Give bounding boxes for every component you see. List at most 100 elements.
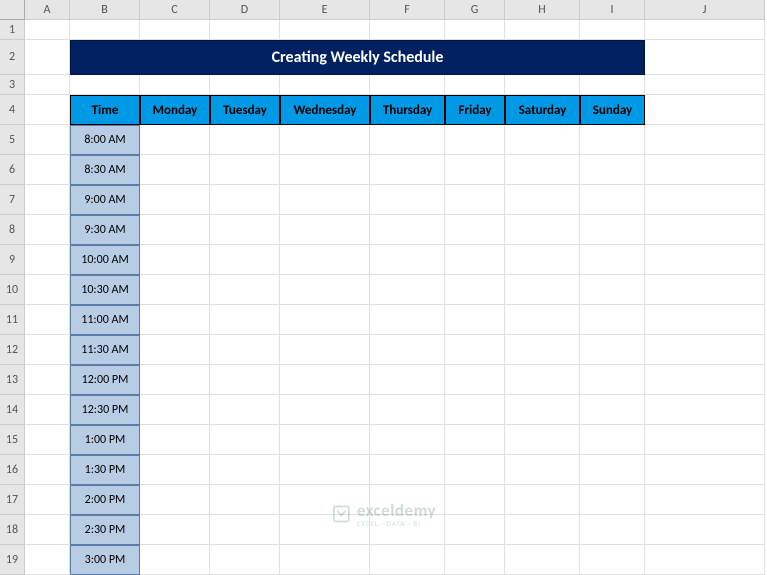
header-tuesday[interactable]: Tuesday: [210, 95, 280, 125]
column-header-c[interactable]: C: [140, 0, 210, 20]
cell[interactable]: [25, 20, 70, 40]
cell[interactable]: [445, 335, 505, 365]
cell[interactable]: [370, 125, 445, 155]
cell[interactable]: [645, 545, 765, 575]
time-cell[interactable]: 11:00 AM: [70, 305, 140, 335]
cell[interactable]: [370, 335, 445, 365]
cell[interactable]: [25, 215, 70, 245]
cell[interactable]: [140, 365, 210, 395]
select-all-corner[interactable]: [0, 0, 25, 20]
cell[interactable]: [210, 215, 280, 245]
cell[interactable]: [210, 395, 280, 425]
header-friday[interactable]: Friday: [445, 95, 505, 125]
cell[interactable]: [505, 215, 580, 245]
column-header-j[interactable]: J: [645, 0, 765, 20]
cell[interactable]: [210, 20, 280, 40]
column-header-d[interactable]: D: [210, 0, 280, 20]
column-header-e[interactable]: E: [280, 0, 370, 20]
time-cell[interactable]: 12:30 PM: [70, 395, 140, 425]
cell[interactable]: [505, 395, 580, 425]
cell[interactable]: [505, 275, 580, 305]
cell[interactable]: [505, 425, 580, 455]
cell[interactable]: [645, 215, 765, 245]
cell[interactable]: [445, 425, 505, 455]
cell[interactable]: [645, 245, 765, 275]
cell[interactable]: [140, 245, 210, 275]
cell[interactable]: [210, 185, 280, 215]
cell[interactable]: [210, 455, 280, 485]
time-cell[interactable]: 9:00 AM: [70, 185, 140, 215]
row-header-6[interactable]: 6: [0, 155, 25, 185]
cell[interactable]: [645, 485, 765, 515]
cell[interactable]: [645, 305, 765, 335]
cell[interactable]: [445, 155, 505, 185]
time-cell[interactable]: 3:00 PM: [70, 545, 140, 575]
cell[interactable]: [645, 365, 765, 395]
cell[interactable]: [280, 395, 370, 425]
cell[interactable]: [580, 365, 645, 395]
cell[interactable]: [505, 185, 580, 215]
cell[interactable]: [445, 395, 505, 425]
time-cell[interactable]: 2:30 PM: [70, 515, 140, 545]
column-header-g[interactable]: G: [445, 0, 505, 20]
cell[interactable]: [370, 425, 445, 455]
cell[interactable]: [505, 305, 580, 335]
cell[interactable]: [370, 275, 445, 305]
header-time[interactable]: Time: [70, 95, 140, 125]
cell[interactable]: [280, 485, 370, 515]
time-cell[interactable]: 1:30 PM: [70, 455, 140, 485]
cell[interactable]: [25, 485, 70, 515]
cell[interactable]: [25, 455, 70, 485]
cell[interactable]: [645, 185, 765, 215]
cell[interactable]: [445, 305, 505, 335]
cell[interactable]: [580, 545, 645, 575]
cell[interactable]: [580, 425, 645, 455]
time-cell[interactable]: 8:30 AM: [70, 155, 140, 185]
column-header-h[interactable]: H: [505, 0, 580, 20]
cell[interactable]: [580, 395, 645, 425]
cell[interactable]: [210, 335, 280, 365]
cell[interactable]: [445, 455, 505, 485]
cell[interactable]: [210, 545, 280, 575]
time-cell[interactable]: 10:00 AM: [70, 245, 140, 275]
cell[interactable]: [505, 485, 580, 515]
cell[interactable]: [140, 275, 210, 305]
row-header-9[interactable]: 9: [0, 245, 25, 275]
cell[interactable]: [25, 365, 70, 395]
cell[interactable]: [370, 185, 445, 215]
cell[interactable]: [580, 515, 645, 545]
cell[interactable]: [25, 245, 70, 275]
cell[interactable]: [25, 545, 70, 575]
row-header-14[interactable]: 14: [0, 395, 25, 425]
cell[interactable]: [70, 75, 140, 95]
cell[interactable]: [280, 75, 370, 95]
cell[interactable]: [370, 545, 445, 575]
cell[interactable]: [140, 425, 210, 455]
row-header-13[interactable]: 13: [0, 365, 25, 395]
cell[interactable]: [580, 455, 645, 485]
cell[interactable]: [645, 95, 765, 125]
time-cell[interactable]: 2:00 PM: [70, 485, 140, 515]
cell[interactable]: [280, 185, 370, 215]
row-header-10[interactable]: 10: [0, 275, 25, 305]
row-header-5[interactable]: 5: [0, 125, 25, 155]
cell[interactable]: [445, 485, 505, 515]
row-header-4[interactable]: 4: [0, 95, 25, 125]
cell[interactable]: [140, 20, 210, 40]
time-cell[interactable]: 12:00 PM: [70, 365, 140, 395]
row-header-8[interactable]: 8: [0, 215, 25, 245]
row-header-2[interactable]: 2: [0, 40, 25, 75]
cell[interactable]: [445, 75, 505, 95]
cell[interactable]: [580, 335, 645, 365]
cell[interactable]: [505, 155, 580, 185]
time-cell[interactable]: 9:30 AM: [70, 215, 140, 245]
cell[interactable]: [370, 515, 445, 545]
cell[interactable]: [370, 305, 445, 335]
cell[interactable]: [505, 455, 580, 485]
row-header-16[interactable]: 16: [0, 455, 25, 485]
cell[interactable]: [505, 335, 580, 365]
cell[interactable]: [140, 485, 210, 515]
row-header-12[interactable]: 12: [0, 335, 25, 365]
header-thursday[interactable]: Thursday: [370, 95, 445, 125]
cell[interactable]: [645, 155, 765, 185]
